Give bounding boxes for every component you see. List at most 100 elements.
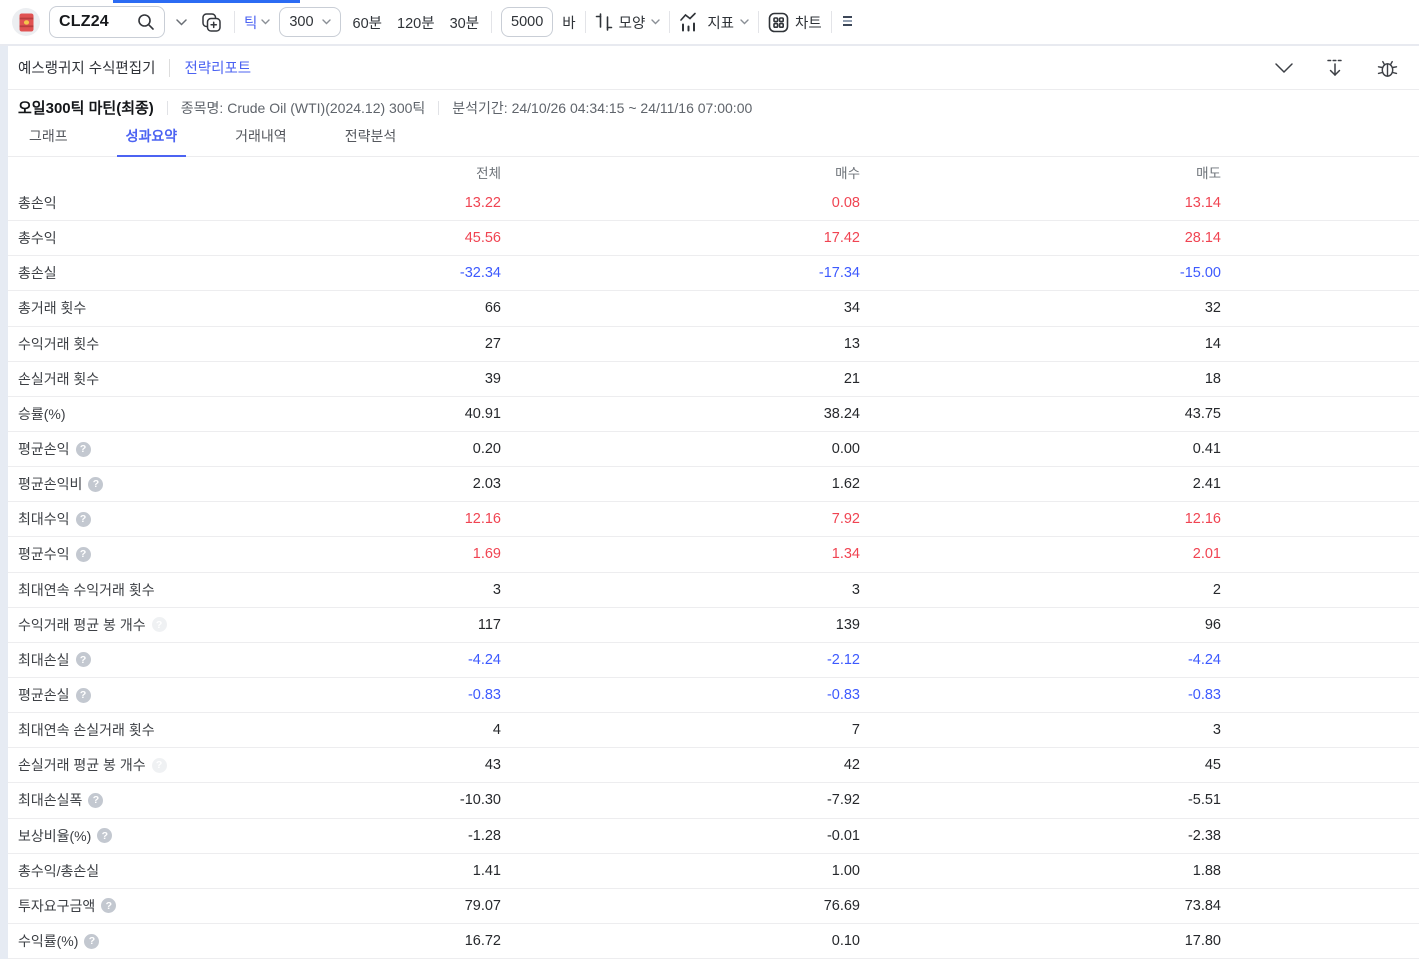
help-icon[interactable]: ?	[76, 547, 91, 562]
metric-label: 평균수익	[18, 544, 70, 564]
interval-120min-button[interactable]: 120분	[394, 12, 438, 33]
value-sell: 28.14	[860, 230, 1221, 246]
help-icon[interactable]: ?	[88, 793, 103, 808]
tab-label: 그래프	[29, 128, 68, 144]
chart-layout-button[interactable]: 차트	[768, 12, 822, 33]
symbol-search-box[interactable]: CLZ24	[49, 6, 165, 38]
value-sell: -0.83	[860, 687, 1221, 703]
help-icon[interactable]: ?	[152, 758, 167, 773]
instrument-avatar[interactable]	[12, 8, 40, 36]
value-total: 2.03	[303, 476, 501, 492]
value-total: -32.34	[303, 265, 501, 281]
value-total: 43	[303, 757, 501, 773]
interval-30min-button[interactable]: 30분	[447, 12, 482, 33]
bar-unit-label[interactable]: 바	[562, 12, 575, 33]
value-buy: -2.12	[501, 652, 860, 668]
table-row: 손실거래 횟수 39 21 18	[0, 362, 1419, 397]
value-sell: -2.38	[860, 828, 1221, 844]
symbol-label: CLZ24	[59, 13, 109, 31]
value-buy: 0.00	[501, 441, 860, 457]
chevron-down-icon	[322, 19, 331, 25]
language-editor-title: 예스랭귀지 수식편집기	[18, 57, 155, 78]
interval-60min-button[interactable]: 60분	[350, 12, 385, 33]
toolbar-divider	[831, 11, 832, 33]
tab-label: 성과요약	[126, 128, 178, 144]
value-buy: 42	[501, 757, 860, 773]
analysis-period: 분석기간: 24/10/26 04:34:15 ~ 24/11/16 07:00…	[452, 98, 752, 118]
table-row: 수익률(%) ? 16.72 0.10 17.80	[0, 924, 1419, 959]
column-header-total: 전체	[303, 162, 501, 182]
debug-button[interactable]	[1374, 55, 1401, 81]
metric-label: 총수익	[18, 228, 57, 248]
help-icon[interactable]: ?	[84, 934, 99, 949]
table-row: 최대수익 ? 12.16 7.92 12.16	[0, 502, 1419, 537]
value-sell: -5.51	[860, 792, 1221, 808]
value-total: 4	[303, 722, 501, 738]
value-sell: 43.75	[860, 406, 1221, 422]
table-row: 최대손실 ? -4.24 -2.12 -4.24	[0, 643, 1419, 678]
tab-label: 전략분석	[345, 128, 397, 144]
value-sell: 96	[860, 617, 1221, 633]
chevron-down-icon	[1274, 62, 1294, 74]
table-row: 손실거래 평균 봉 개수 ? 43 42 45	[0, 748, 1419, 783]
help-icon[interactable]: ?	[76, 652, 91, 667]
metric-label: 평균손익비	[18, 474, 82, 494]
column-header-sell: 매도	[860, 162, 1221, 182]
metric-label: 손실거래 횟수	[18, 369, 99, 389]
value-buy: 0.10	[501, 933, 860, 949]
value-sell: 17.80	[860, 933, 1221, 949]
help-icon[interactable]: ?	[88, 477, 103, 492]
table-row: 수익거래 횟수 27 13 14	[0, 327, 1419, 362]
value-buy: 76.69	[501, 898, 860, 914]
tab-3[interactable]: 거래내역	[226, 126, 296, 157]
value-sell: 2.01	[860, 546, 1221, 562]
value-sell: 45	[860, 757, 1221, 773]
table-row: 최대연속 손실거래 횟수 4 7 3	[0, 713, 1419, 748]
value-sell: 14	[860, 336, 1221, 352]
value-buy: 7	[501, 722, 860, 738]
copy-add-icon	[200, 11, 223, 34]
indicator-dropdown[interactable]: 지표	[679, 12, 749, 33]
table-row: 평균손실 ? -0.83 -0.83 -0.83	[0, 678, 1419, 713]
tab-2[interactable]: 성과요약	[117, 126, 187, 157]
value-sell: 1.88	[860, 863, 1221, 879]
value-total: 39	[303, 371, 501, 387]
timeframe-type-dropdown[interactable]: 틱	[244, 12, 270, 33]
toolbar-divider	[491, 11, 492, 33]
value-buy: -0.83	[501, 687, 860, 703]
value-sell: -4.24	[860, 652, 1221, 668]
download-report-button[interactable]	[1322, 55, 1348, 81]
value-total: 1.69	[303, 546, 501, 562]
toolbar-divider	[234, 11, 235, 33]
table-row: 최대연속 수익거래 횟수 3 3 2	[0, 573, 1419, 608]
metric-label: 수익거래 평균 봉 개수	[18, 615, 146, 635]
value-buy: 1.62	[501, 476, 860, 492]
help-icon[interactable]: ?	[101, 898, 116, 913]
chart-style-dropdown[interactable]: 모양	[595, 12, 661, 33]
help-icon[interactable]: ?	[97, 828, 112, 843]
table-row: 최대손실폭 ? -10.30 -7.92 -5.51	[0, 783, 1419, 818]
value-total: 117	[303, 617, 501, 633]
help-icon[interactable]: ?	[152, 617, 167, 632]
metric-label: 총수익/총손실	[18, 861, 99, 881]
tick-value-select[interactable]: 300	[279, 7, 340, 37]
tab-1[interactable]: 그래프	[20, 126, 77, 157]
table-row: 평균손익 ? 0.20 0.00 0.41	[0, 432, 1419, 467]
help-icon[interactable]: ?	[76, 512, 91, 527]
value-sell: 73.84	[860, 898, 1221, 914]
strategy-report-link[interactable]: 전략리포트	[184, 57, 251, 78]
help-icon[interactable]: ?	[76, 688, 91, 703]
value-total: 16.72	[303, 933, 501, 949]
symbol-dropdown-button[interactable]	[174, 17, 189, 28]
value-total: 1.41	[303, 863, 501, 879]
help-icon[interactable]: ?	[76, 442, 91, 457]
table-row: 투자요구금액 ? 79.07 76.69 73.84	[0, 889, 1419, 924]
tab-4[interactable]: 전략분석	[336, 126, 406, 157]
toolbar-divider	[585, 11, 586, 33]
collapse-panel-button[interactable]	[1272, 60, 1296, 76]
bar-count-box[interactable]: 5000	[501, 7, 553, 37]
table-header-row: 전체 매수 매도	[0, 157, 1419, 186]
compare-add-button[interactable]	[198, 9, 225, 36]
layers-list-button[interactable]	[841, 13, 855, 31]
stacked-lines-icon	[843, 15, 853, 29]
